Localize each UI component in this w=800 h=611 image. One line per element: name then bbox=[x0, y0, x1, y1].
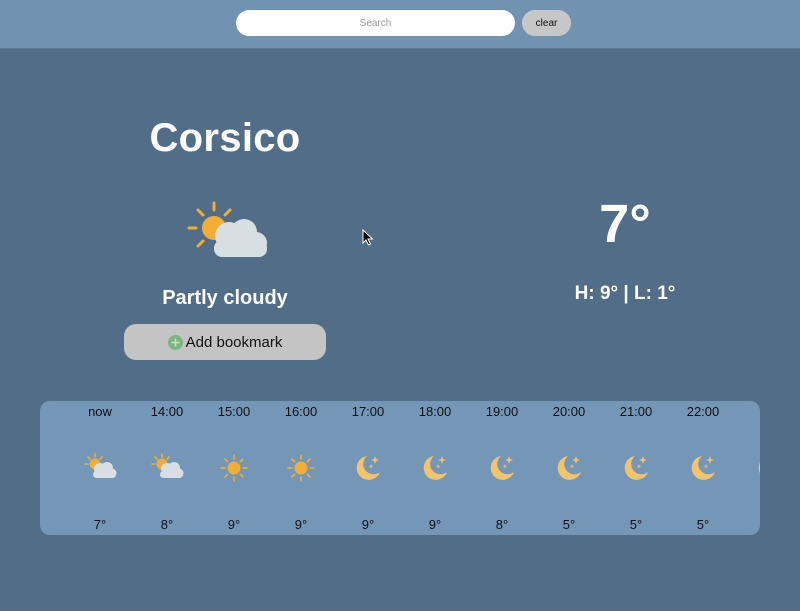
hourly-item: 20:00 5° bbox=[539, 401, 599, 535]
hour-time: 18:00 bbox=[418, 404, 452, 419]
condition-text: Partly cloudy bbox=[162, 287, 288, 309]
search-input[interactable] bbox=[236, 10, 515, 36]
hour-time: 19:00 bbox=[485, 404, 519, 419]
moon-stars-icon bbox=[351, 451, 385, 485]
hour-time: 2 bbox=[740, 404, 760, 419]
partly-cloudy-icon bbox=[83, 451, 117, 485]
hour-temperature: 9° bbox=[294, 517, 308, 532]
hourly-item: 22:00 5° bbox=[673, 401, 733, 535]
partly-cloudy-icon bbox=[184, 196, 270, 266]
top-bar: clear bbox=[0, 0, 800, 49]
hour-temperature: 8° bbox=[495, 517, 509, 532]
hour-time: 16:00 bbox=[284, 404, 318, 419]
hour-time: now bbox=[88, 404, 112, 419]
hourly-item: 16:00 9° bbox=[271, 401, 331, 535]
hour-temperature: 8° bbox=[160, 517, 174, 532]
hourly-item: 19:00 8° bbox=[472, 401, 532, 535]
hourly-item: 14:00 8° bbox=[137, 401, 197, 535]
moon-stars-icon bbox=[753, 451, 760, 485]
hourly-forecast-panel[interactable]: now 7° 14:00 8° 15:00 9° 16:00 9° 17:00 … bbox=[40, 401, 760, 535]
mouse-cursor-icon bbox=[362, 228, 374, 246]
hour-temperature: 9° bbox=[428, 517, 442, 532]
hourly-item: 18:00 9° bbox=[405, 401, 465, 535]
hour-time: 14:00 bbox=[150, 404, 184, 419]
hourly-item: 15:00 9° bbox=[204, 401, 264, 535]
hour-temperature: 9° bbox=[361, 517, 375, 532]
hour-temperature: 7° bbox=[93, 517, 107, 532]
sun-icon bbox=[284, 451, 318, 485]
hour-time: 21:00 bbox=[619, 404, 653, 419]
plus-circle-icon bbox=[167, 334, 183, 350]
hour-time: 17:00 bbox=[351, 404, 385, 419]
add-bookmark-button[interactable]: Add bookmark bbox=[124, 324, 326, 360]
moon-stars-icon bbox=[552, 451, 586, 485]
moon-stars-icon bbox=[686, 451, 720, 485]
moon-stars-icon bbox=[418, 451, 452, 485]
add-bookmark-label: Add bookmark bbox=[185, 333, 283, 351]
moon-stars-icon bbox=[485, 451, 519, 485]
city-name: Corsico bbox=[149, 116, 301, 160]
moon-stars-icon bbox=[619, 451, 653, 485]
partly-cloudy-icon bbox=[150, 451, 184, 485]
hourly-item: now 7° bbox=[70, 401, 130, 535]
current-temperature: 7° bbox=[599, 194, 651, 254]
clear-button[interactable]: clear bbox=[522, 10, 571, 36]
hour-temperature: 9° bbox=[227, 517, 241, 532]
hourly-item: 17:00 9° bbox=[338, 401, 398, 535]
hour-temperature: 5° bbox=[629, 517, 643, 532]
hour-temperature: 5° bbox=[562, 517, 576, 532]
hour-time: 22:00 bbox=[686, 404, 720, 419]
hour-temperature: 5° bbox=[696, 517, 710, 532]
high-low-temperature: H: 9° | L: 1° bbox=[574, 283, 676, 304]
hour-time: 15:00 bbox=[217, 404, 251, 419]
hourly-item: 21:00 5° bbox=[606, 401, 666, 535]
hourly-item: 2 bbox=[740, 401, 760, 535]
hour-time: 20:00 bbox=[552, 404, 586, 419]
sun-icon bbox=[217, 451, 251, 485]
